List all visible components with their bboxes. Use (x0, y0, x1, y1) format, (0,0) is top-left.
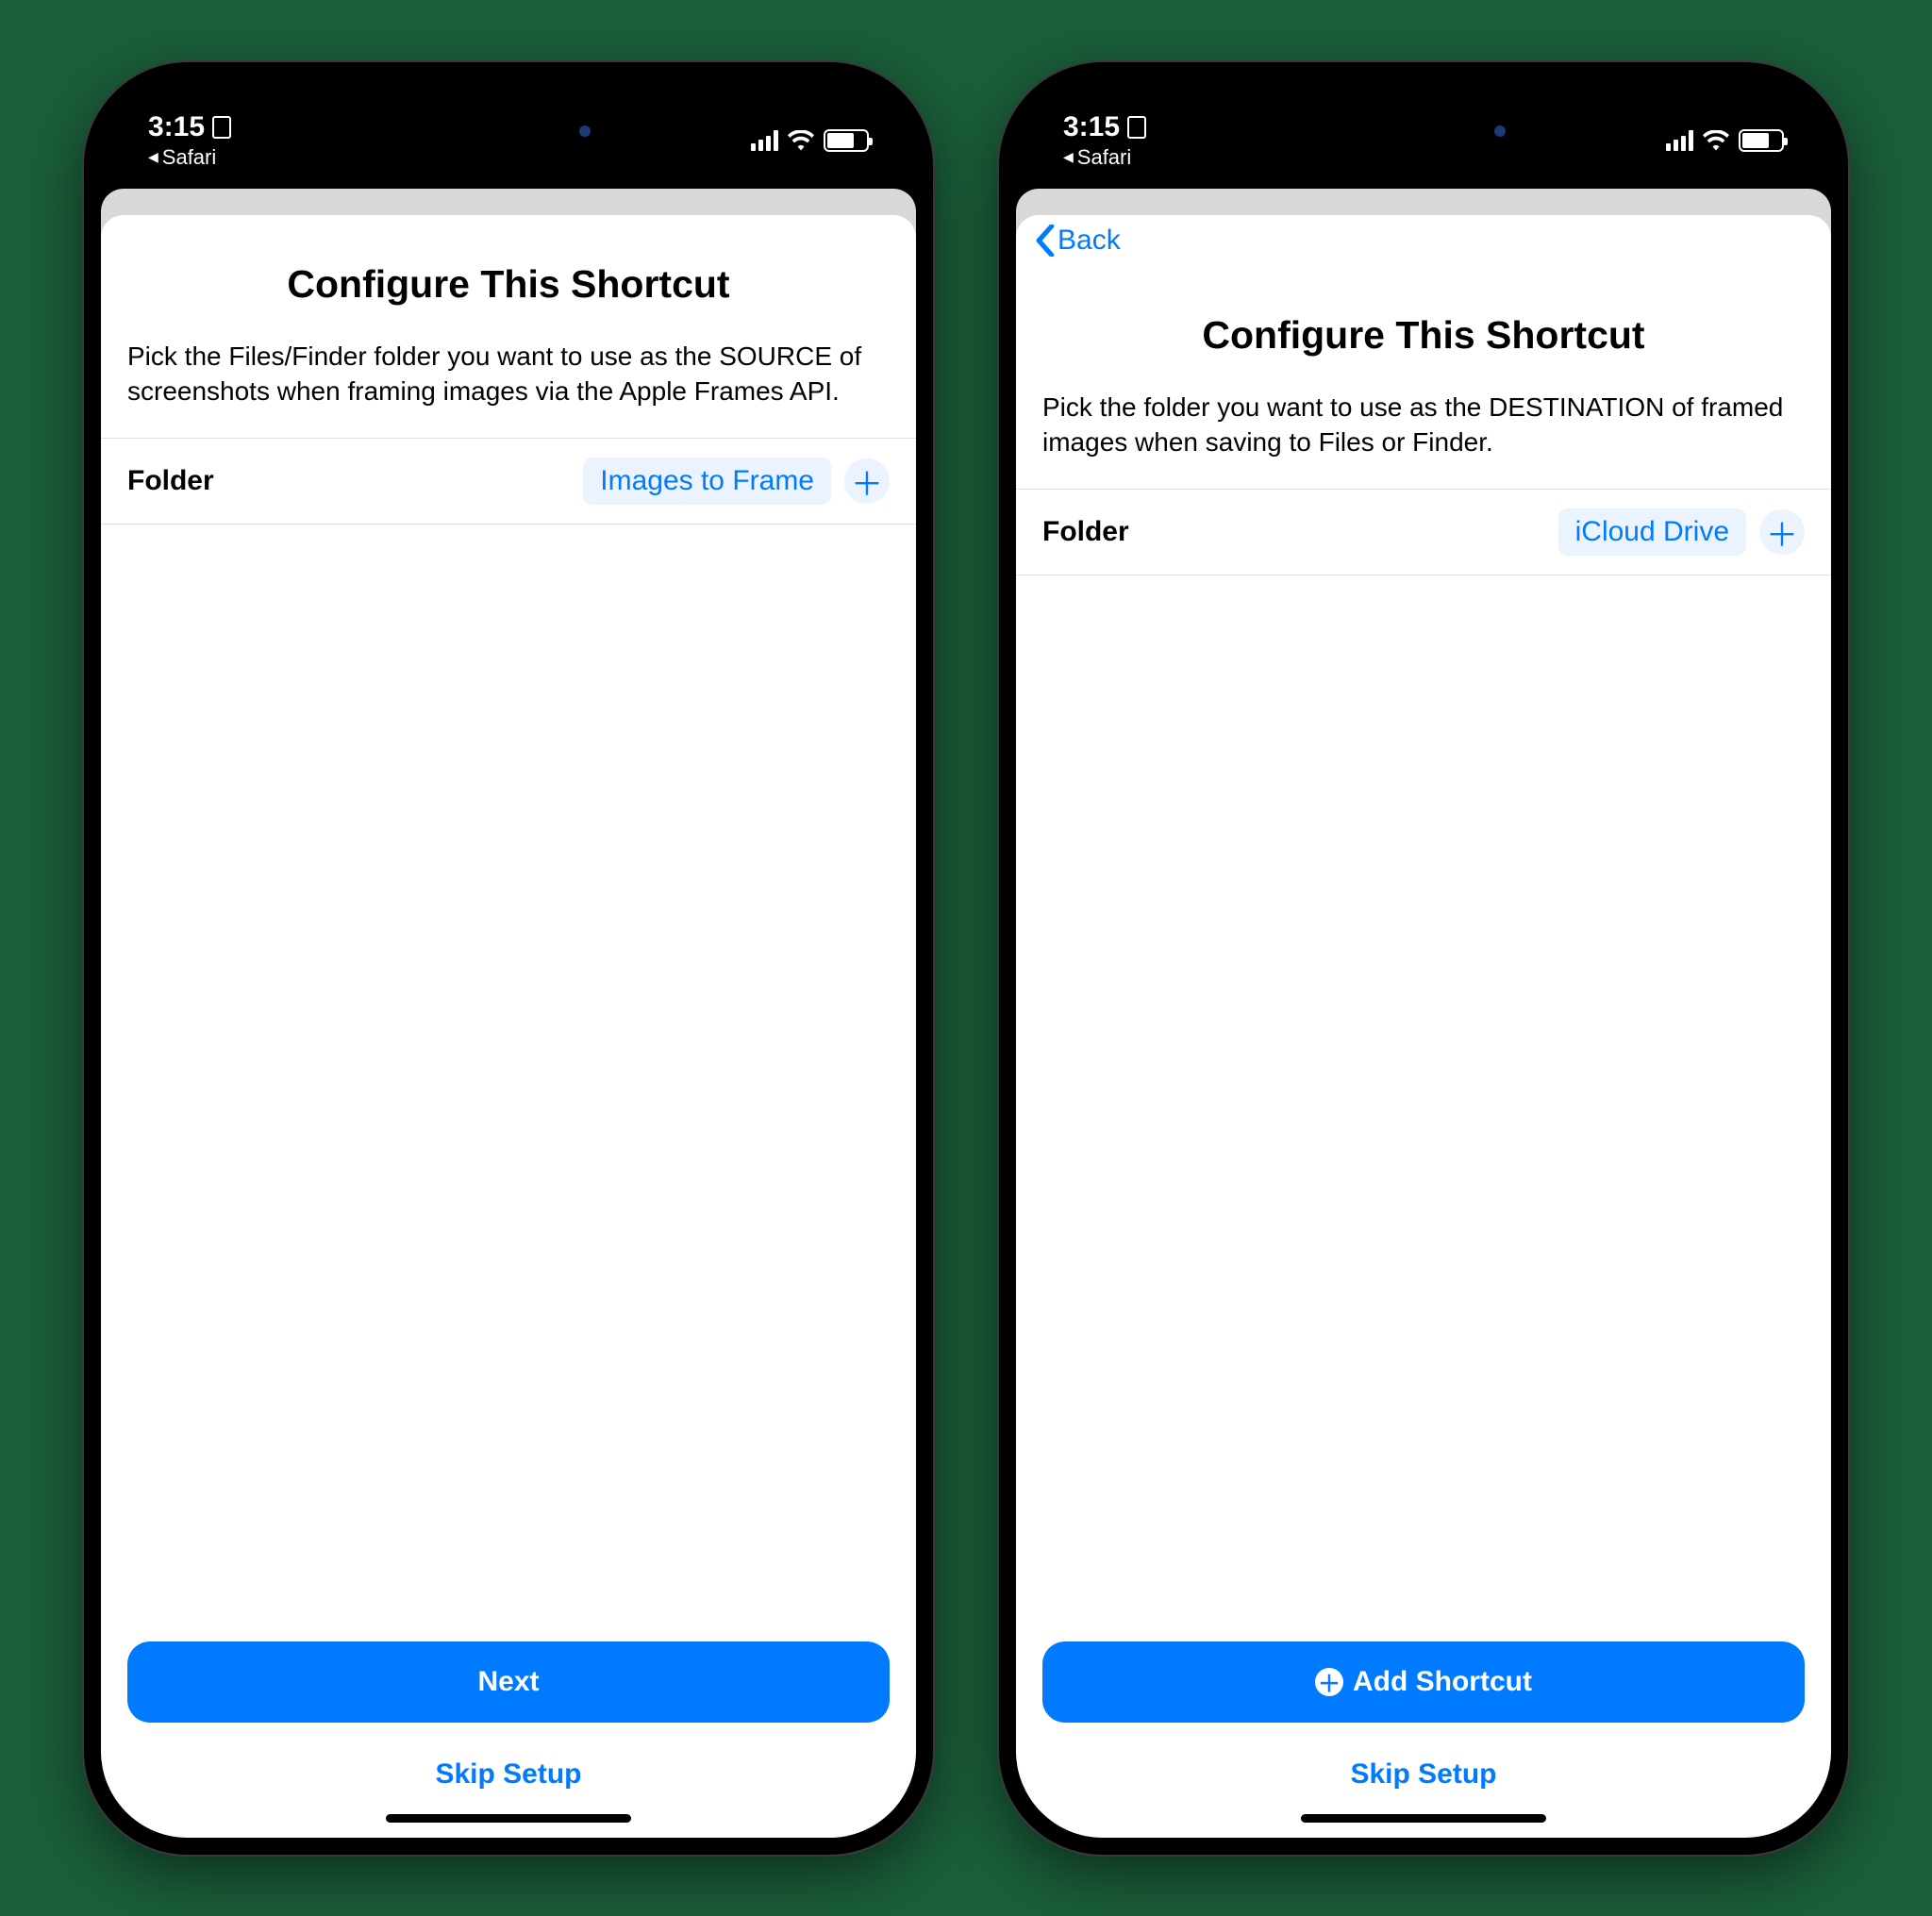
breadcrumb-back-app[interactable]: Safari (148, 145, 231, 170)
folder-value-chip[interactable]: iCloud Drive (1558, 508, 1746, 556)
back-label: Back (1058, 225, 1121, 257)
add-shortcut-label: Add Shortcut (1353, 1666, 1532, 1698)
home-indicator[interactable] (386, 1814, 631, 1823)
plus-icon: ＋ (1766, 509, 1798, 556)
dynamic-island (400, 102, 617, 160)
back-app-label: Safari (1077, 145, 1131, 170)
plus-circle-icon: ＋ (1315, 1668, 1343, 1696)
configure-sheet: Back Configure This Shortcut Pick the fo… (1016, 215, 1831, 1838)
time-text: 3:15 (148, 111, 205, 143)
next-button[interactable]: Next (127, 1641, 890, 1723)
home-indicator[interactable] (1301, 1814, 1546, 1823)
wifi-icon (1703, 130, 1729, 151)
configure-sheet: Configure This Shortcut Pick the Files/F… (101, 215, 916, 1838)
wifi-icon (788, 130, 814, 151)
page-title: Configure This Shortcut (1016, 266, 1831, 390)
status-time: 3:15 (148, 111, 231, 143)
battery-icon (1739, 129, 1784, 152)
phone-right: 3:15 Safari Back (999, 62, 1848, 1855)
status-time: 3:15 (1063, 111, 1146, 143)
cellular-icon (1666, 130, 1693, 151)
skip-setup-link[interactable]: Skip Setup (435, 1758, 581, 1791)
plus-icon: ＋ (851, 458, 883, 505)
folder-value-chip[interactable]: Images to Frame (583, 458, 831, 505)
back-button[interactable]: Back (1035, 225, 1121, 257)
sim-icon (1127, 116, 1146, 139)
breadcrumb-back-app[interactable]: Safari (1063, 145, 1146, 170)
folder-row[interactable]: Folder iCloud Drive ＋ (1016, 489, 1831, 575)
screen: 3:15 Safari Back (1016, 79, 1831, 1838)
nav-bar: Back (1016, 215, 1831, 266)
page-description: Pick the Files/Finder folder you want to… (101, 339, 916, 439)
sheet-backdrop: Configure This Shortcut Pick the Files/F… (101, 189, 916, 1838)
next-button-label: Next (477, 1666, 539, 1698)
cellular-icon (751, 130, 778, 151)
camera-dot (1494, 125, 1506, 137)
camera-dot (579, 125, 591, 137)
folder-label: Folder (1042, 516, 1129, 548)
back-app-label: Safari (162, 145, 216, 170)
screen: 3:15 Safari Configure This Shortcut Pick… (101, 79, 916, 1838)
skip-setup-link[interactable]: Skip Setup (1350, 1758, 1496, 1791)
time-text: 3:15 (1063, 111, 1120, 143)
sim-icon (212, 116, 231, 139)
add-shortcut-button[interactable]: ＋ Add Shortcut (1042, 1641, 1805, 1723)
add-folder-button[interactable]: ＋ (844, 458, 890, 504)
chevron-left-icon (1035, 225, 1056, 257)
page-title: Configure This Shortcut (101, 215, 916, 339)
folder-row[interactable]: Folder Images to Frame ＋ (101, 438, 916, 525)
add-folder-button[interactable]: ＋ (1759, 509, 1805, 555)
page-description: Pick the folder you want to use as the D… (1016, 390, 1831, 490)
dynamic-island (1315, 102, 1532, 160)
phone-left: 3:15 Safari Configure This Shortcut Pick… (84, 62, 933, 1855)
folder-label: Folder (127, 465, 214, 497)
sheet-backdrop: Back Configure This Shortcut Pick the fo… (1016, 189, 1831, 1838)
battery-icon (824, 129, 869, 152)
